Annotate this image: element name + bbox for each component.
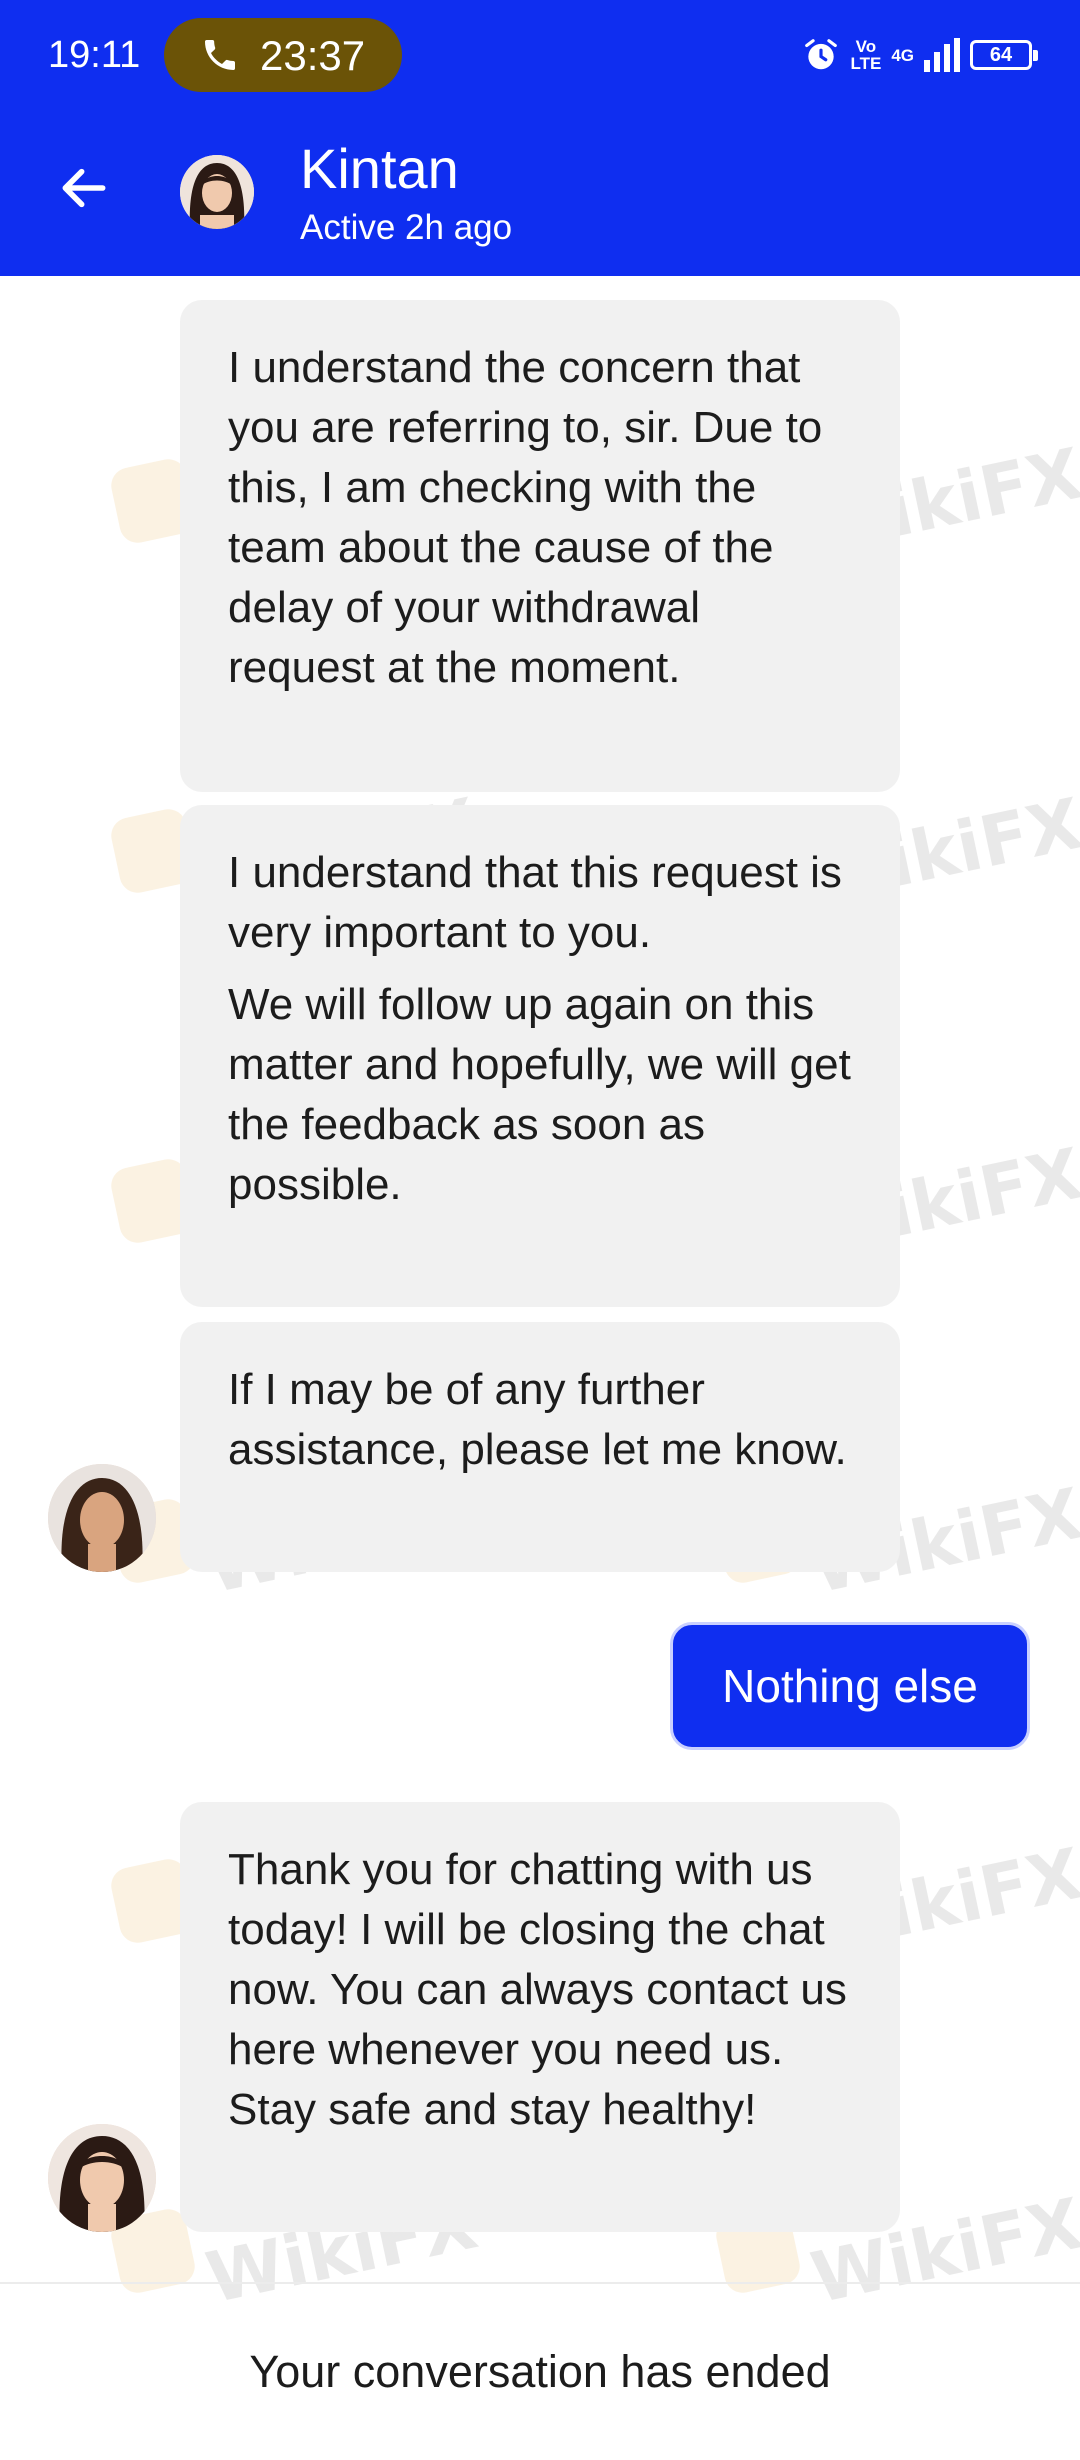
agent-message-bubble[interactable]: I understand the concern that you are re… [180,300,900,792]
agent-avatar[interactable] [48,2124,156,2232]
message-text: Nothing else [722,1660,978,1712]
status-icons: Vo LTE 4G 64 [802,30,1038,80]
conversation-ended-notice: Your conversation has ended [249,2346,831,2397]
alarm-icon [805,39,838,70]
signal-icon [924,38,960,72]
app-header: 19:11 23:37 Vo LTE 4G 64 Kintan Active 2… [0,0,1080,276]
agent-message-bubble[interactable]: Thank you for chatting with us today! I … [180,1802,900,2232]
agent-avatar[interactable] [48,1464,156,1572]
phone-icon [205,40,235,70]
agent-message-bubble[interactable]: If I may be of any further assistance, p… [180,1322,900,1572]
status-time: 19:11 [48,34,141,76]
call-duration: 23:37 [260,32,366,79]
message-text: Thank you for chatting with us today! I … [228,1845,847,2134]
message-text: I understand that this request is very i… [228,848,842,957]
message-text: I understand the concern that you are re… [228,343,823,692]
contact-status: Active 2h ago [300,208,513,247]
network-type-label: 4G [891,45,914,65]
back-arrow-icon[interactable] [56,160,112,216]
battery-icon: 64 [970,40,1038,70]
contact-avatar[interactable] [180,155,254,229]
divider [0,2282,1080,2284]
user-message-bubble[interactable]: Nothing else [670,1622,1030,1750]
contact-name: Kintan [300,137,459,200]
message-text: If I may be of any further assistance, p… [228,1365,847,1474]
ongoing-call-pill[interactable]: 23:37 [164,18,402,92]
battery-level: 64 [989,44,1013,66]
message-text: We will follow up again on this matter a… [228,980,851,1209]
volte-icon: Vo LTE [850,37,882,73]
agent-message-bubble[interactable]: I understand that this request is very i… [180,805,900,1307]
